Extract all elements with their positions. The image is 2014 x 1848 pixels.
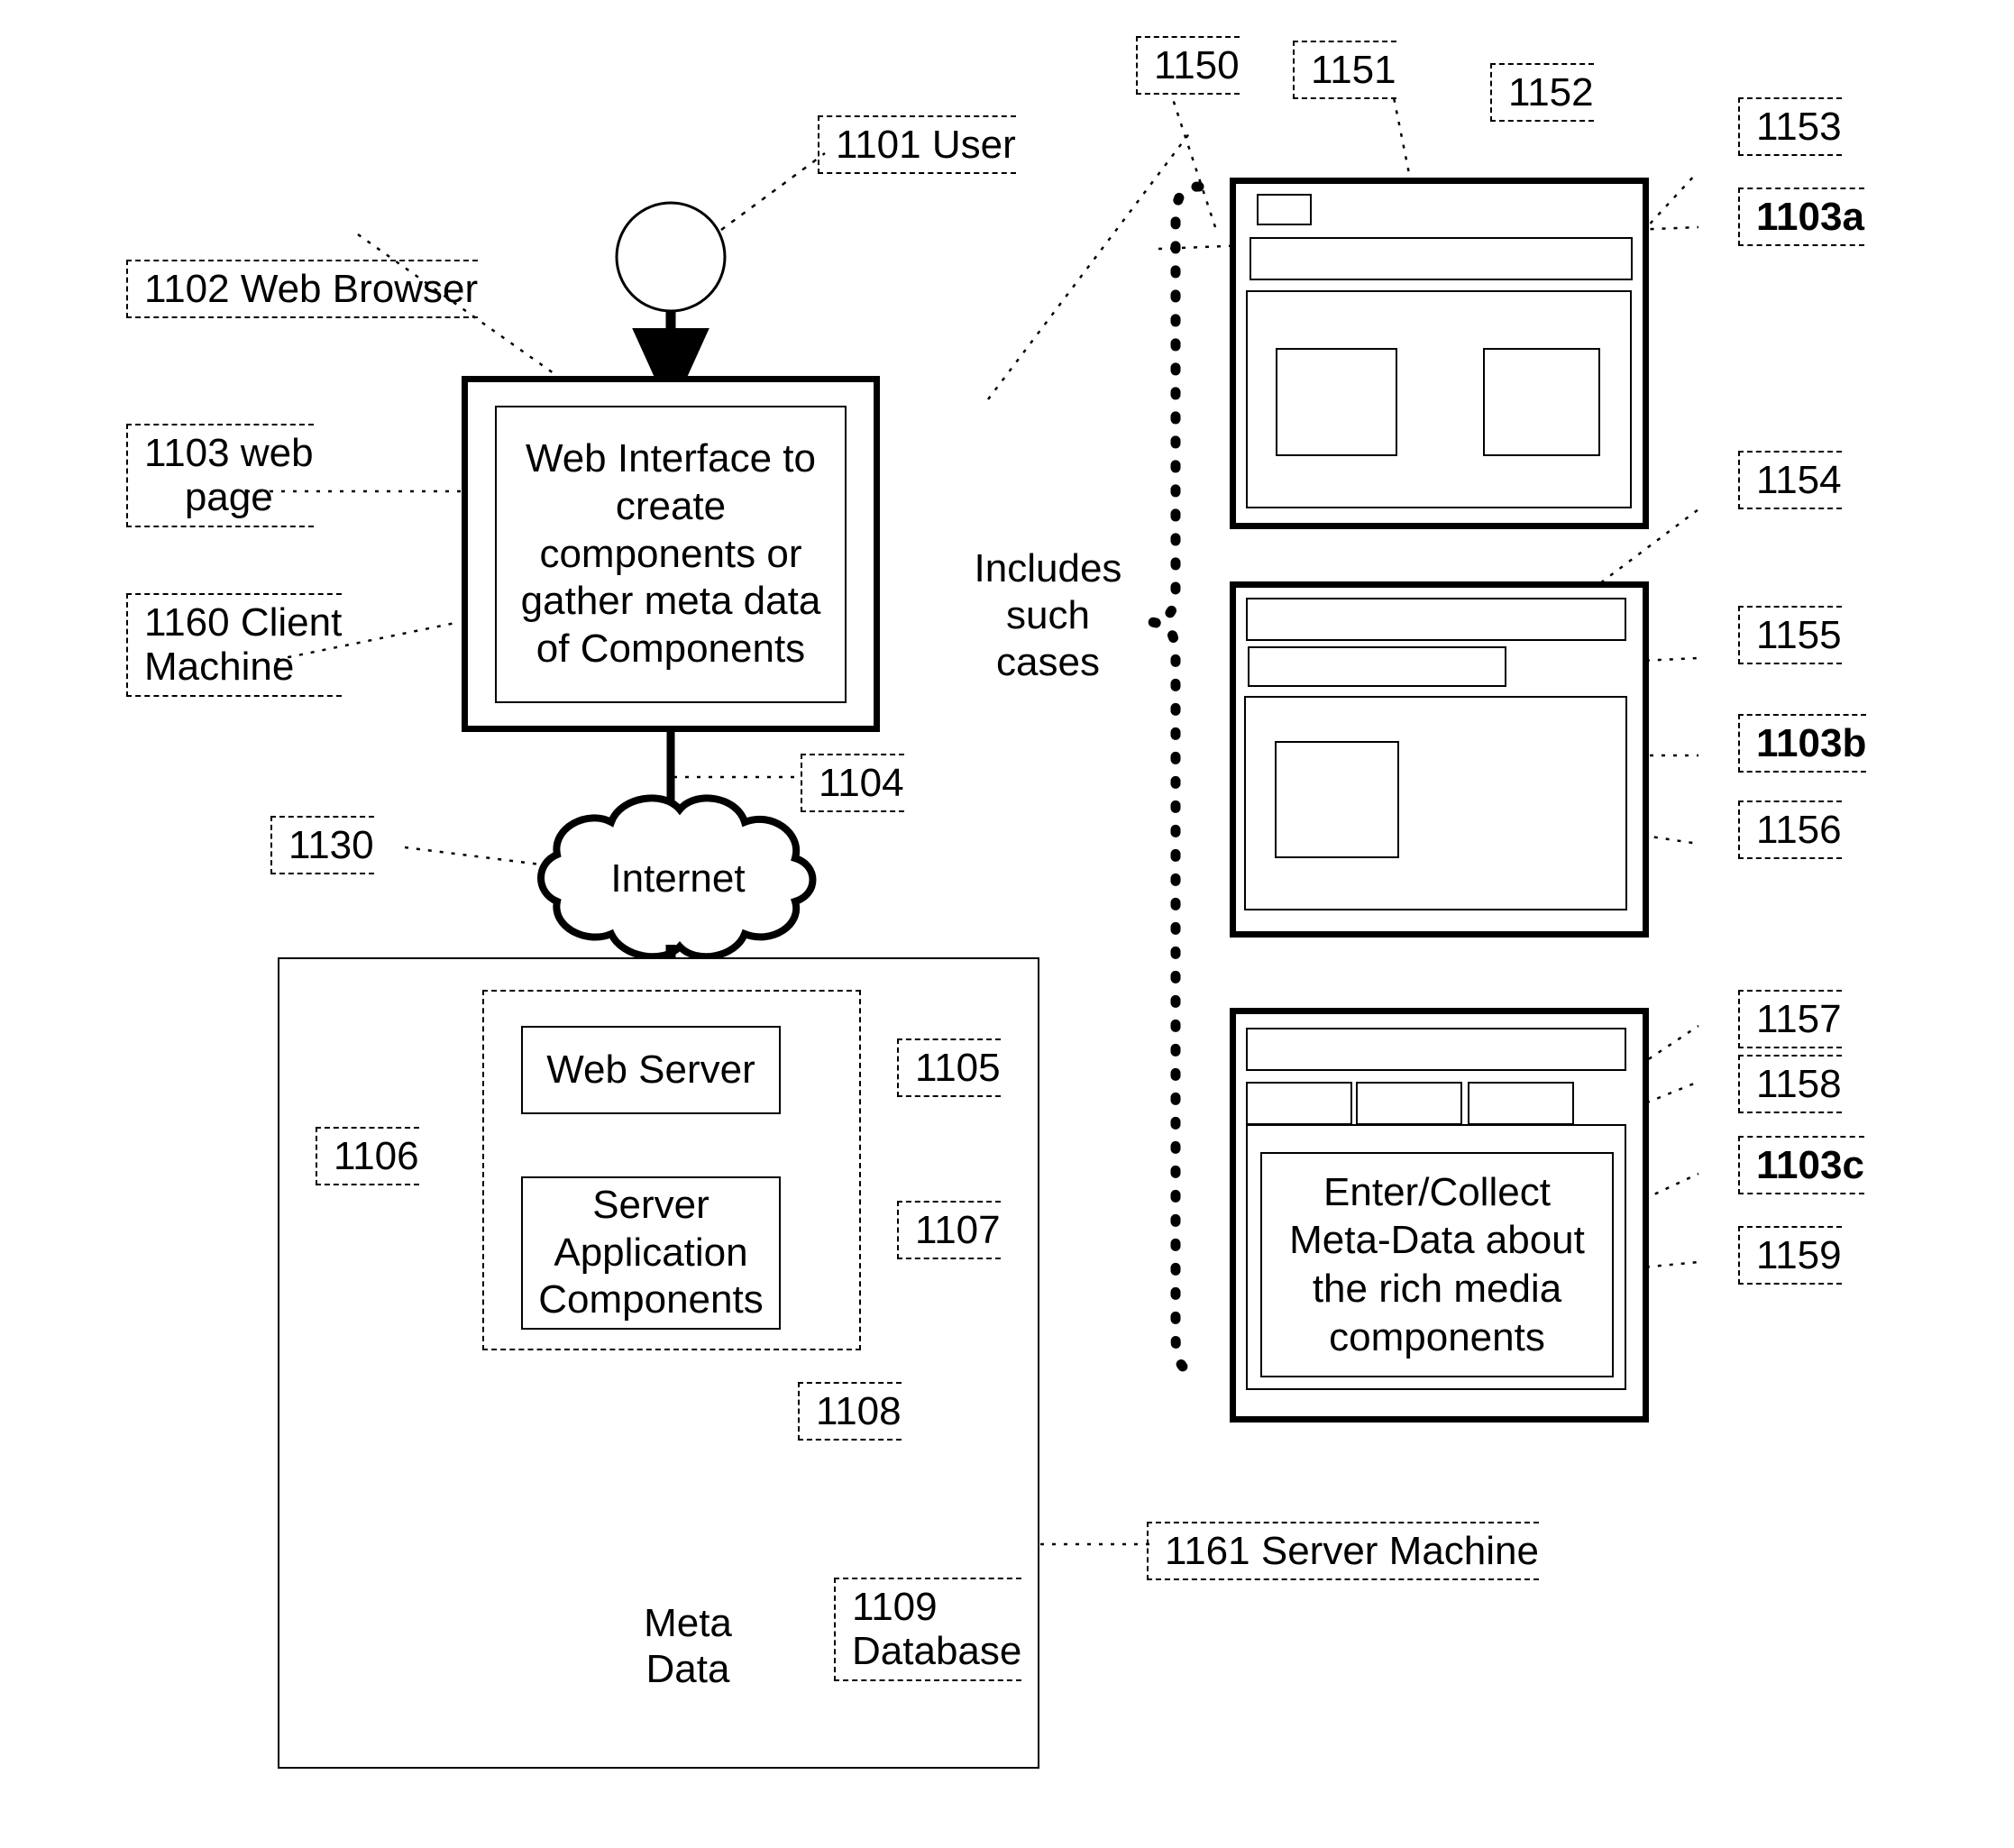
web-server-box: Web Server xyxy=(521,1026,781,1114)
ref-1109-database: 1109 Database xyxy=(834,1578,1022,1681)
ref-1108-db-connection: 1108 xyxy=(798,1382,902,1441)
ref-1103b-text: 1103b xyxy=(1756,721,1867,765)
ref-1107-app-components: 1107 xyxy=(897,1201,1001,1260)
ref-1154-text: 1154 xyxy=(1756,458,1842,502)
internet-cloud-label-text: Internet xyxy=(610,855,746,901)
ref-1103b: 1103b xyxy=(1738,714,1867,773)
server-application-components-box: Server Application Components xyxy=(521,1176,781,1330)
leader-1130 xyxy=(404,846,549,867)
cases-curly-brace xyxy=(1150,181,1206,1380)
ref-1156: 1156 xyxy=(1738,800,1842,860)
mockup-1103c-metadata-form-text: Enter/Collect Meta-Data about the rich m… xyxy=(1289,1169,1585,1359)
ref-1155: 1155 xyxy=(1738,606,1842,665)
ref-1153-text: 1153 xyxy=(1756,105,1842,149)
mockup-1103c-tab-1 xyxy=(1246,1082,1352,1125)
ref-1103c: 1103c xyxy=(1738,1136,1864,1195)
ref-1101-user: 1101 User xyxy=(818,115,1016,175)
ref-1103-web-page: 1103 web page xyxy=(126,424,314,527)
mockup-1103a-media-component-left xyxy=(1276,348,1397,456)
ref-1109-database-text: 1109 Database xyxy=(852,1585,1022,1674)
mockup-1103b-toolbar xyxy=(1246,598,1626,641)
database-cylinder-label: Meta Data xyxy=(607,1597,769,1697)
mockup-1103b-address-field xyxy=(1248,646,1506,687)
leader-1150 xyxy=(1170,96,1217,228)
ref-1161-server-machine: 1161 Server Machine xyxy=(1147,1522,1539,1581)
ref-1156-text: 1156 xyxy=(1756,808,1842,852)
ref-1130-internet-text: 1130 xyxy=(288,823,374,867)
ref-1103a-text: 1103a xyxy=(1756,195,1864,239)
web-page-area: Web Interface to create components or ga… xyxy=(495,406,847,703)
ref-1108-db-connection-text: 1108 xyxy=(816,1389,902,1433)
leader-1103c xyxy=(1643,1172,1699,1201)
mockup-1103c-metadata-form: Enter/Collect Meta-Data about the rich m… xyxy=(1260,1152,1614,1377)
ref-1159: 1159 xyxy=(1738,1226,1842,1285)
ref-1150-text: 1150 xyxy=(1154,43,1240,87)
ref-1130-internet: 1130 xyxy=(270,816,374,875)
ref-1103-web-page-text: 1103 web page xyxy=(144,431,314,520)
mockup-1103a-media-component-right xyxy=(1483,348,1600,456)
ref-1154: 1154 xyxy=(1738,451,1842,510)
ref-1105-web-server-text: 1105 xyxy=(915,1046,1001,1090)
ref-1157: 1157 xyxy=(1738,990,1842,1049)
ref-1151: 1151 xyxy=(1293,41,1396,100)
leader-1101 xyxy=(720,151,826,232)
ref-1102-web-browser-text: 1102 Web Browser xyxy=(144,267,479,311)
ref-1106-server-group-text: 1106 xyxy=(334,1134,419,1178)
ref-1106-server-group: 1106 xyxy=(316,1127,419,1186)
database-cylinder-label-text: Meta Data xyxy=(644,1601,732,1691)
ref-1105-web-server: 1105 xyxy=(897,1038,1001,1098)
ref-1160-client-machine-text: 1160 Client Machine xyxy=(144,600,343,690)
ref-1152: 1152 xyxy=(1490,63,1594,123)
server-application-components-label: Server Application Components xyxy=(538,1182,764,1322)
ref-1107-app-components-text: 1107 xyxy=(915,1208,1001,1252)
internet-cloud-label: Internet xyxy=(557,856,799,901)
ref-1159-text: 1159 xyxy=(1756,1233,1842,1277)
ref-1151-text: 1151 xyxy=(1311,48,1396,92)
includes-such-cases-caption: Includes such cases xyxy=(951,545,1145,686)
ref-1104-connection: 1104 xyxy=(801,754,904,813)
ref-1104-connection-text: 1104 xyxy=(819,761,904,805)
web-server-label: Web Server xyxy=(546,1047,755,1092)
ref-1161-server-machine-text: 1161 Server Machine xyxy=(1165,1529,1539,1573)
ref-1103c-text: 1103c xyxy=(1756,1143,1864,1187)
ref-1103a: 1103a xyxy=(1738,188,1864,247)
ref-1160-client-machine: 1160 Client Machine xyxy=(126,593,343,697)
ref-1152-text: 1152 xyxy=(1508,70,1594,114)
user-actor-icon xyxy=(615,201,727,313)
ref-1153: 1153 xyxy=(1738,97,1842,157)
mockup-1103c-tab-3 xyxy=(1468,1082,1574,1125)
leader-1152 xyxy=(987,128,1194,400)
mockup-1103c-toolbar xyxy=(1246,1028,1626,1071)
ref-1102-web-browser: 1102 Web Browser xyxy=(126,260,479,319)
ref-1157-text: 1157 xyxy=(1756,997,1842,1041)
mockup-1103a-tab xyxy=(1257,194,1312,225)
ref-1158: 1158 xyxy=(1738,1055,1842,1114)
ref-1158-text: 1158 xyxy=(1756,1062,1842,1106)
includes-such-cases-text: Includes such cases xyxy=(974,546,1122,684)
ref-1150: 1150 xyxy=(1136,36,1240,96)
web-interface-text: Web Interface to create components or ga… xyxy=(520,436,821,672)
ref-1101-user-text: 1101 User xyxy=(836,123,1016,167)
mockup-1103b-media-component xyxy=(1275,741,1399,858)
ref-1155-text: 1155 xyxy=(1756,613,1842,657)
patent-figure: Web Interface to create components or ga… xyxy=(0,0,2014,1848)
mockup-1103c-tab-2 xyxy=(1356,1082,1462,1125)
mockup-1103a-toolbar xyxy=(1250,237,1633,280)
